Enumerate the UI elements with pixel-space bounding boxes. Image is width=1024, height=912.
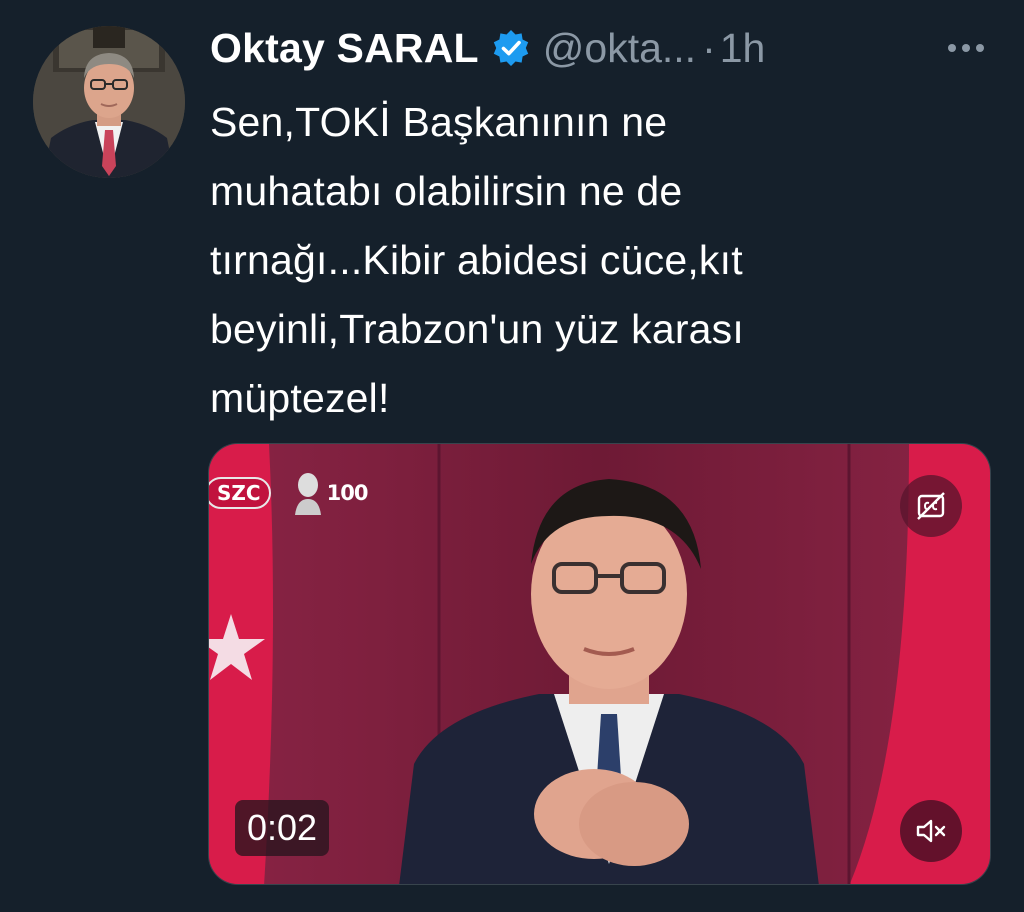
tweet[interactable]: Oktay SARAL @okta... · 1h Sen,TOKİ Başka… <box>0 0 1024 912</box>
video-duration: 0:02 <box>235 800 330 856</box>
verified-badge-icon <box>491 28 531 68</box>
mute-toggle-button[interactable] <box>900 800 962 862</box>
tweet-text-line: müptezel! <box>210 375 390 421</box>
video-player[interactable]: SZC 100 0:02 <box>208 443 991 885</box>
muted-speaker-icon <box>916 819 946 843</box>
centenary-text: 100 <box>326 481 369 505</box>
author-handle[interactable]: @okta... <box>543 25 696 72</box>
tweet-text-line: tırnağı...Kibir abidesi cüce,kıt <box>210 237 743 283</box>
channel-logo: SZC 100 <box>209 471 368 515</box>
tweet-text: Sen,TOKİ Başkanının ne muhatabı olabilir… <box>210 88 1000 433</box>
centenary-logo: 100 <box>293 471 368 515</box>
more-options-icon[interactable] <box>944 32 988 64</box>
header-separator: · <box>702 24 716 71</box>
tweet-header: Oktay SARAL @okta... · 1h <box>210 20 765 76</box>
tweet-text-line: Sen,TOKİ Başkanının ne <box>210 99 668 145</box>
channel-logo-text: SZC <box>209 477 271 509</box>
tweet-text-line: beyinli,Trabzon'un yüz karası <box>210 306 744 352</box>
tweet-timestamp[interactable]: 1h <box>720 25 766 72</box>
tweet-text-line: muhatabı olabilirsin ne de <box>210 168 683 214</box>
author-name[interactable]: Oktay SARAL <box>210 25 479 72</box>
closed-captions-icon <box>917 492 945 520</box>
author-avatar[interactable] <box>33 26 185 178</box>
portrait-icon <box>294 473 321 515</box>
closed-captions-button[interactable] <box>900 475 962 537</box>
